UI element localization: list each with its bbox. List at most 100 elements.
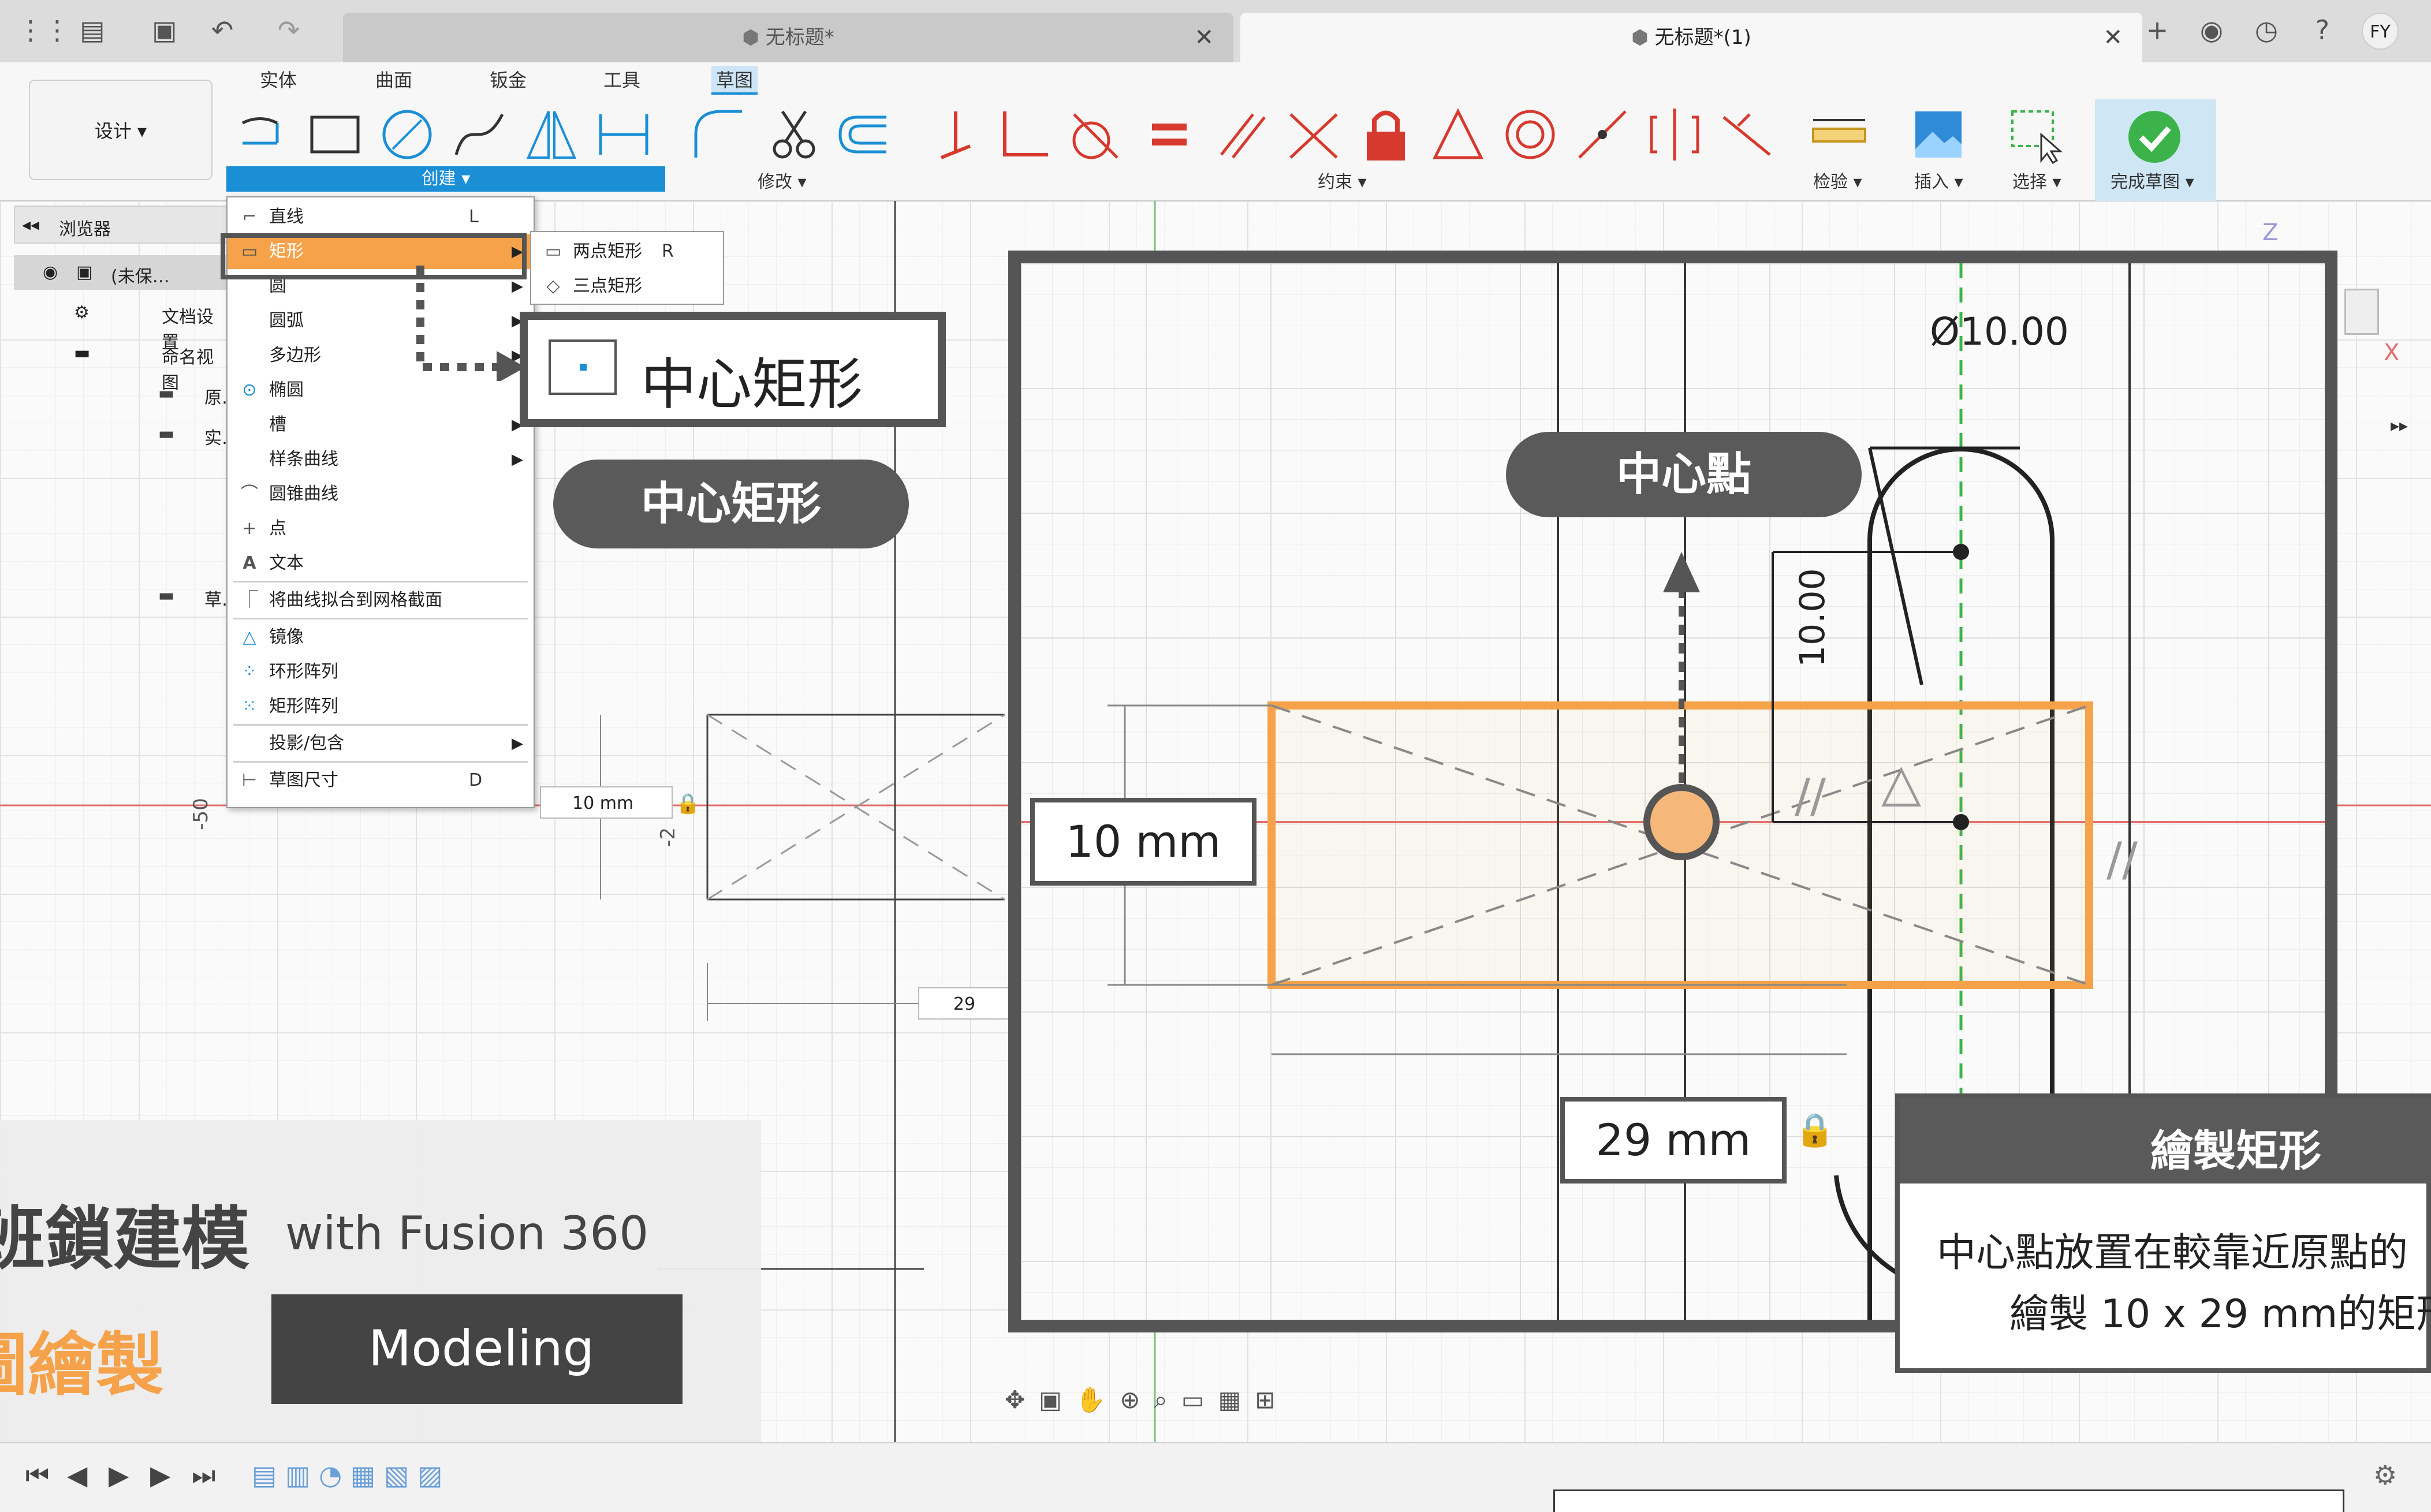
mirror-tool-icon[interactable] bbox=[520, 103, 583, 166]
menu-item-text[interactable]: A 文本 bbox=[228, 546, 534, 581]
menu-item-sketch-dimension[interactable]: ⊢ 草图尺寸 D bbox=[228, 763, 534, 798]
offset-tool-icon[interactable] bbox=[832, 103, 895, 166]
tangent-constraint-icon[interactable] bbox=[1062, 103, 1126, 166]
tab-solid[interactable]: 实体 bbox=[260, 66, 297, 92]
zoom-icon[interactable]: ⊕ bbox=[1120, 1386, 1154, 1414]
tab-sheet-metal[interactable]: 钣金 bbox=[490, 66, 527, 92]
menu-item-mirror[interactable]: △ 镜像 bbox=[228, 620, 534, 655]
file-icon[interactable]: ▤ bbox=[75, 13, 110, 47]
menu-item-point[interactable]: + 点 bbox=[228, 512, 534, 546]
modify-dropdown[interactable]: 修改 ▾ bbox=[758, 167, 807, 193]
play-icon[interactable]: ▶ bbox=[109, 1459, 129, 1491]
user-avatar[interactable]: FY bbox=[2362, 13, 2399, 50]
timeline-feature-icon[interactable]: ▤ ▥ ◔ ▦ ▧ ▨ bbox=[252, 1459, 443, 1491]
browser-item-bodies[interactable]: ▬ 实… bbox=[14, 417, 239, 451]
tab-sketch[interactable]: 草图 bbox=[711, 66, 758, 95]
tab-untitled-1[interactable]: ⬢ 无标题*(1) ✕ bbox=[1240, 13, 2142, 62]
menu-item-project[interactable]: 投影/包含 ▶ bbox=[228, 726, 534, 761]
collapse-icon[interactable]: ◂◂ bbox=[22, 215, 39, 235]
dimension-input-length[interactable]: 29 bbox=[918, 987, 1011, 1020]
axis-label: -50 bbox=[189, 798, 212, 830]
parallel-constraint-icon[interactable] bbox=[1210, 103, 1273, 166]
finish-sketch-dropdown[interactable]: 完成草图 ▾ bbox=[2111, 167, 2194, 193]
tab-tools[interactable]: 工具 bbox=[603, 66, 640, 92]
orbit-icon[interactable]: ✥ bbox=[1005, 1386, 1039, 1414]
step-forward-icon[interactable]: ▶ bbox=[150, 1459, 170, 1491]
step-back-icon[interactable]: ◀ bbox=[67, 1459, 87, 1491]
display-settings-icon[interactable]: ▭ bbox=[1181, 1386, 1218, 1414]
menu-item-conic[interactable]: ⌒ 圆锥曲线 bbox=[228, 477, 534, 512]
tab-surface[interactable]: 曲面 bbox=[375, 66, 412, 92]
redo-icon[interactable]: ↷ bbox=[271, 13, 306, 47]
fit-icon[interactable]: ⌕ bbox=[1154, 1386, 1181, 1414]
trim-tool-icon[interactable] bbox=[762, 103, 826, 166]
skip-end-icon[interactable]: ⏭ bbox=[192, 1459, 215, 1492]
measure-icon[interactable] bbox=[1807, 103, 1871, 166]
fillet-tool-icon[interactable] bbox=[687, 103, 751, 166]
dimension-tool-icon[interactable] bbox=[592, 103, 655, 166]
symmetry-constraint-icon[interactable] bbox=[1643, 103, 1706, 166]
undo-icon[interactable]: ↶ bbox=[205, 13, 240, 47]
expand-panel-icon[interactable]: ▸▸ bbox=[2391, 416, 2408, 436]
rectangle-tool-icon[interactable] bbox=[303, 103, 367, 166]
close-icon[interactable]: ✕ bbox=[1194, 13, 1214, 62]
help-icon[interactable]: ? bbox=[2305, 13, 2340, 47]
folder-icon: ▬ bbox=[158, 585, 175, 606]
midpoint-constraint-icon[interactable] bbox=[1571, 103, 1634, 166]
insert-image-icon[interactable] bbox=[1907, 103, 1970, 166]
grid-settings-icon[interactable]: ▦ bbox=[1218, 1386, 1255, 1414]
menu-item-rectangular-pattern[interactable]: ⁙ 矩形阵列 bbox=[228, 689, 534, 724]
menu-item-spline[interactable]: 样条曲线 ▶ bbox=[228, 442, 534, 477]
menu-item-line[interactable]: ⌐ 直线 L bbox=[228, 200, 534, 234]
grid-menu-icon[interactable]: ⋮⋮ bbox=[17, 13, 70, 47]
view-cube[interactable] bbox=[2344, 289, 2379, 335]
menu-item-slot[interactable]: 槽 ▶ bbox=[228, 408, 534, 442]
dimension-input-width[interactable]: 10 mm bbox=[540, 786, 673, 819]
eye-icon[interactable]: ◉ bbox=[43, 262, 58, 282]
settings-gear-icon[interactable]: ⚙ bbox=[2373, 1459, 2397, 1491]
create-dropdown[interactable]: 创建 ▾ bbox=[226, 166, 665, 192]
coincident-constraint-icon[interactable] bbox=[1282, 103, 1345, 166]
browser-item-origin[interactable]: ▬ 原… bbox=[14, 376, 239, 411]
triangle-constraint-icon[interactable] bbox=[1426, 103, 1490, 166]
width-dimension-callout: 10 mm bbox=[1030, 798, 1256, 886]
equal-constraint-icon[interactable] bbox=[1138, 103, 1201, 166]
close-icon[interactable]: ✕ bbox=[2103, 13, 2123, 62]
pan-icon[interactable]: ✋ bbox=[1076, 1386, 1120, 1414]
browser-item-doc-settings[interactable]: ⚙ 文档设置 bbox=[14, 296, 228, 353]
menu-item-circular-pattern[interactable]: ⁘ 环形阵列 bbox=[228, 655, 534, 689]
concentric-constraint-icon[interactable] bbox=[1498, 103, 1562, 166]
constrain-dropdown[interactable]: 约束 ▾ bbox=[1318, 167, 1367, 193]
circle-tool-icon[interactable] bbox=[375, 103, 439, 166]
submenu-item-three-point[interactable]: ◇ 三点矩形 bbox=[531, 269, 722, 304]
online-status-icon[interactable]: ◉ bbox=[2194, 13, 2229, 47]
callout-title: 中心矩形 bbox=[641, 352, 863, 417]
browser-item-named-views[interactable]: ▬ 命名视图 bbox=[14, 336, 228, 393]
lock-constraint-icon[interactable] bbox=[1354, 103, 1418, 166]
submenu-item-two-point[interactable]: ▭ 两点矩形 R bbox=[531, 234, 722, 269]
tab-untitled[interactable]: ⬢ 无标题* ✕ bbox=[343, 13, 1233, 62]
browser-item-root[interactable]: ◉ ▣ (未保… bbox=[14, 255, 228, 290]
fit-curve-icon: ⎾ bbox=[241, 590, 258, 610]
fix-constraint-icon[interactable] bbox=[924, 103, 987, 166]
look-at-icon[interactable]: ▣ bbox=[1039, 1386, 1076, 1414]
perpendicular-constraint-icon[interactable] bbox=[993, 103, 1057, 166]
line-tool-icon[interactable] bbox=[231, 103, 294, 166]
browser-item-sketches[interactable]: ▬ 草… bbox=[14, 578, 239, 613]
new-tab-icon[interactable]: + bbox=[2140, 13, 2175, 47]
select-dropdown[interactable]: 选择 ▾ bbox=[2012, 167, 2061, 193]
save-icon[interactable]: ▣ bbox=[147, 13, 182, 47]
skip-start-icon[interactable]: ⏮ bbox=[25, 1459, 49, 1492]
viewports-icon[interactable]: ⊞ bbox=[1255, 1386, 1289, 1414]
select-icon[interactable] bbox=[2004, 103, 2067, 166]
lock-icon[interactable]: 🔒 bbox=[676, 792, 700, 815]
modeling-label: Modeling bbox=[368, 1320, 595, 1377]
job-status-icon[interactable]: ◷ bbox=[2249, 13, 2284, 47]
insert-dropdown[interactable]: 插入 ▾ bbox=[1914, 167, 1963, 193]
spline-tool-icon[interactable] bbox=[448, 103, 511, 166]
menu-item-fit-curve[interactable]: ⎾ 将曲线拟合到网格截面 bbox=[228, 583, 534, 618]
collinear-constraint-icon[interactable] bbox=[1715, 103, 1778, 166]
inspect-dropdown[interactable]: 检验 ▾ bbox=[1813, 167, 1862, 193]
workspace-selector[interactable]: 设计 ▾ bbox=[29, 80, 212, 180]
folder-icon: ▬ bbox=[158, 424, 175, 444]
